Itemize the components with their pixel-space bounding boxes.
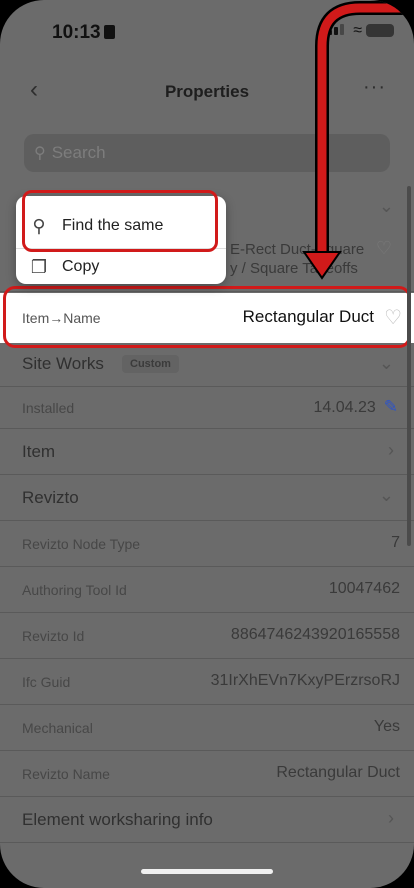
row-label: Element worksharing info xyxy=(22,810,213,829)
scrollbar[interactable] xyxy=(407,186,411,546)
pencil-icon[interactable]: ✎ xyxy=(384,397,398,417)
row-revizto-id[interactable]: Revizto Id 8864746243920165558 xyxy=(0,613,414,659)
ellipsis-icon[interactable]: ··· xyxy=(363,76,386,99)
section-site-works[interactable]: Site Works Custom ⌄ xyxy=(0,343,414,387)
status-bar: 10:13 ≈ xyxy=(0,0,414,56)
chevron-down-icon[interactable]: ⌄ xyxy=(379,485,394,506)
row-value: 31IrXhEVn7KxyPErzrsoRJ xyxy=(210,672,400,689)
row-value: 8864746243920165558 xyxy=(230,626,400,643)
chevron-down-icon[interactable]: ⌄ xyxy=(379,353,394,374)
chevron-down-icon[interactable]: ⌄ xyxy=(379,196,394,217)
signal-bar xyxy=(340,24,344,35)
highlight-box-find-the-same xyxy=(22,190,218,252)
highlight-box-selected-row xyxy=(3,286,411,348)
row-label: Site Works xyxy=(22,354,104,373)
installed-date: 14.04.23 xyxy=(313,399,376,416)
row-label: Installed xyxy=(22,400,75,416)
phone-screen: 10:13 ≈ ‹ Properties ··· ⚲ Search ⌄ E-Re… xyxy=(0,0,414,888)
row-label: Revizto xyxy=(22,488,79,507)
hidden-row-value: E-Rect Duct-Square y / Square Takeoffs xyxy=(230,240,370,278)
row-label: Item xyxy=(22,442,56,461)
row-mechanical[interactable]: Mechanical Yes xyxy=(0,705,414,751)
signal-icon xyxy=(328,24,344,35)
status-time: 10:13 xyxy=(52,22,115,44)
nav-bar: ‹ Properties ··· xyxy=(0,66,414,116)
row-ifc-guid[interactable]: Ifc Guid 31IrXhEVn7KxyPErzrsoRJ xyxy=(0,659,414,705)
row-authoring-tool-id[interactable]: Authoring Tool Id 10047462 xyxy=(0,567,414,613)
row-value: 7 xyxy=(391,534,400,551)
row-label: Revizto Name xyxy=(22,766,110,782)
home-indicator[interactable] xyxy=(141,869,273,874)
row-revizto-node-type[interactable]: Revizto Node Type 7 xyxy=(0,521,414,567)
signal-bar xyxy=(328,30,332,35)
page-title: Properties xyxy=(164,82,250,101)
section-worksharing[interactable]: Element worksharing info › xyxy=(0,797,414,843)
row-label: Mechanical xyxy=(22,720,93,736)
row-label: Ifc Guid xyxy=(22,674,71,690)
menu-item-label: Copy xyxy=(62,258,100,275)
row-value: 10047462 xyxy=(328,580,400,597)
menu-item-copy[interactable]: ❐ Copy xyxy=(16,250,226,284)
row-value: Rectangular Duct xyxy=(276,764,400,781)
hidden-row-line1: E-Rect Duct-Square xyxy=(230,241,365,258)
row-revizto-name[interactable]: Revizto Name Rectangular Duct xyxy=(0,751,414,797)
search-icon: ⚲ xyxy=(34,145,46,162)
search-input[interactable]: ⚲ Search xyxy=(24,134,390,172)
time-text: 10:13 xyxy=(52,22,101,43)
custom-badge: Custom xyxy=(122,355,179,373)
heart-icon[interactable]: ♡ xyxy=(376,238,392,259)
row-value: Yes xyxy=(373,718,400,735)
hidden-row-line2: y / Square Takeoffs xyxy=(230,260,358,277)
chevron-right-icon[interactable]: › xyxy=(388,440,394,461)
battery-icon xyxy=(366,24,394,37)
signal-bar xyxy=(334,27,338,35)
wifi-icon: ≈ xyxy=(353,22,362,39)
row-value: 14.04.23 ✎ xyxy=(313,397,398,417)
row-label: Revizto Node Type xyxy=(22,536,141,552)
search-placeholder: Search xyxy=(51,143,106,162)
row-label: Revizto Id xyxy=(22,628,85,644)
row-installed[interactable]: Installed 14.04.23 ✎ xyxy=(0,387,414,429)
chevron-right-icon[interactable]: › xyxy=(388,808,394,829)
section-item[interactable]: Item › xyxy=(0,429,414,475)
id-badge-icon xyxy=(103,25,115,39)
copy-icon: ❐ xyxy=(30,256,48,277)
section-revizto[interactable]: Revizto ⌄ xyxy=(0,475,414,521)
row-label: Authoring Tool Id xyxy=(22,582,127,598)
